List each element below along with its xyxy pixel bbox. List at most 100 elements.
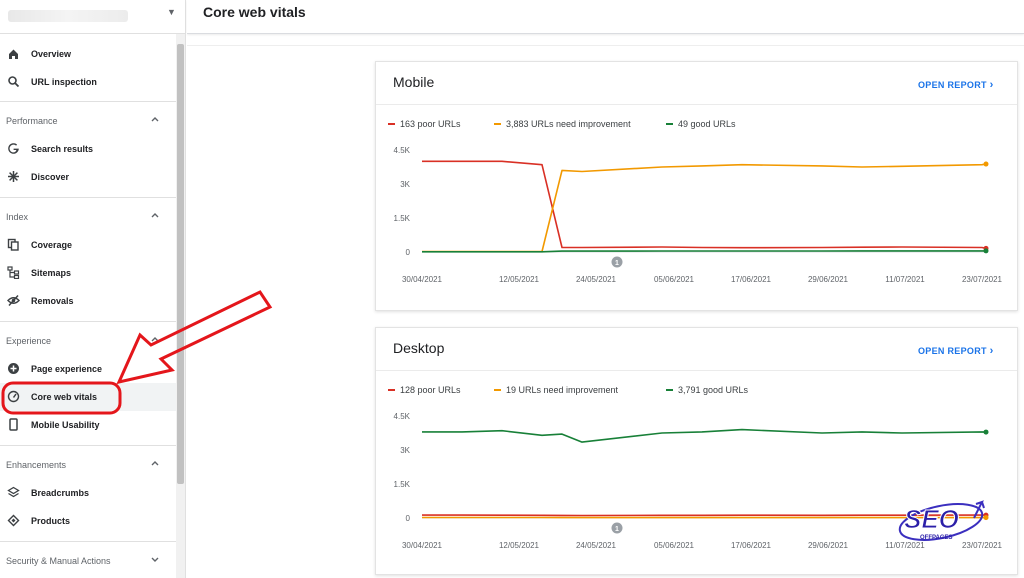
sidebar-item-breadcrumbs[interactable]: Breadcrumbs [0, 479, 176, 507]
sidebar-item-label: Mobile Usability [31, 420, 100, 430]
legend-label: 3,883 URLs need improvement [506, 119, 631, 129]
logo-subtext: OFFPAGES [920, 535, 953, 541]
legend-label: 128 poor URLs [400, 385, 461, 395]
x-tick-label: 05/06/2021 [654, 275, 695, 284]
series-line[interactable] [422, 428, 987, 443]
x-tick-label: 24/05/2021 [576, 541, 617, 550]
annotation-marker-label: 1 [615, 526, 619, 533]
sidebar-divider [0, 101, 176, 102]
y-tick-label: 4.5K [394, 146, 411, 155]
chevron-up-icon[interactable] [150, 458, 160, 468]
sidebar-item-coverage[interactable]: Coverage [0, 231, 176, 259]
seo-offpages-logo: SEO OFFPAGES [898, 500, 985, 541]
legend-item[interactable]: 128 poor URLs [388, 385, 461, 395]
series-end-point[interactable] [983, 248, 989, 254]
open-report-mobile-button[interactable]: OPEN REPORT › [918, 79, 994, 91]
y-tick-label: 4.5K [394, 412, 411, 421]
open-report-label: OPEN REPORT [918, 80, 987, 90]
series-end-point[interactable] [983, 161, 989, 167]
sidebar-item-label: Search results [31, 144, 94, 154]
x-tick-label: 29/06/2021 [808, 541, 849, 550]
chevron-up-icon[interactable] [150, 334, 160, 344]
sidebar-item-label: Sitemaps [31, 268, 72, 278]
section-title: Enhancements [6, 460, 67, 470]
x-tick-label: 23/07/2021 [962, 275, 1003, 284]
legend-item[interactable]: 19 URLs need improvement [494, 385, 619, 395]
chevron-right-icon: › [989, 79, 994, 91]
property-selector[interactable]: ▼ [0, 0, 186, 34]
y-tick-label: 0 [406, 248, 411, 257]
section-header-security-manual-actions[interactable]: Security & Manual Actions [0, 551, 176, 571]
open-report-desktop-button[interactable]: OPEN REPORT › [918, 345, 994, 357]
x-tick-label: 17/06/2021 [731, 541, 772, 550]
sidebar-divider [0, 541, 176, 542]
x-tick-label: 12/05/2021 [499, 541, 540, 550]
asterisk-icon [7, 170, 20, 183]
sidebar-item-label: Breadcrumbs [31, 488, 90, 498]
sidebar-item-url-inspection[interactable]: URL inspection [0, 68, 176, 96]
mobile-chart: 163 poor URLs 3,883 URLs need improvement… [388, 119, 1003, 284]
series-line[interactable] [422, 160, 987, 250]
diamond-icon [7, 514, 20, 527]
x-tick-label: 17/06/2021 [731, 275, 772, 284]
x-tick-label: 11/07/2021 [885, 275, 925, 284]
caret-down-icon[interactable]: ▼ [167, 7, 176, 17]
sidebar-scrollbar-thumb[interactable] [177, 44, 184, 484]
x-tick-label: 29/06/2021 [808, 275, 849, 284]
series-end-point[interactable] [983, 429, 989, 435]
series-line[interactable] [422, 163, 987, 253]
sidebar-item-label: Page experience [31, 364, 103, 374]
legend-item[interactable]: 163 poor URLs [388, 119, 461, 129]
home-icon [7, 47, 20, 60]
section-header-enhancements[interactable]: Enhancements [0, 455, 176, 475]
section-title: Index [6, 212, 29, 222]
sidebar-item-removals[interactable]: Removals [0, 287, 176, 315]
section-title: Experience [6, 336, 52, 346]
y-tick-label: 1.5K [394, 214, 411, 223]
x-tick-label: 30/04/2021 [402, 275, 443, 284]
open-report-label: OPEN REPORT [918, 346, 987, 356]
sidebar-item-overview[interactable]: Overview [0, 40, 176, 68]
chevron-up-icon[interactable] [150, 114, 160, 124]
card-title-desktop: Desktop [393, 340, 445, 356]
sidebar-item-page-experience[interactable]: Page experience [0, 355, 176, 383]
y-tick-label: 3K [400, 446, 410, 455]
legend-item[interactable]: 3,791 good URLs [666, 385, 749, 395]
sidebar-item-products[interactable]: Products [0, 507, 176, 535]
chart-annotation-marker[interactable]: 1 [611, 256, 623, 268]
legend-item[interactable]: 49 good URLs [666, 119, 736, 129]
sidebar-item-label: Core web vitals [31, 392, 98, 402]
sidebar-divider [0, 445, 176, 446]
sidebar-item-discover[interactable]: Discover [0, 163, 176, 191]
section-header-index[interactable]: Index [0, 207, 176, 227]
chevron-down-icon[interactable] [150, 554, 160, 564]
sidebar-item-search-results[interactable]: Search results [0, 135, 176, 163]
section-title: Performance [6, 116, 58, 126]
legend-label: 163 poor URLs [400, 119, 461, 129]
sidebar-item-label: Discover [31, 172, 70, 182]
mobile-report-card: Mobile OPEN REPORT › 163 poor URLs 3,883 … [375, 61, 1018, 311]
legend-label: 3,791 good URLs [678, 385, 749, 395]
legend-item[interactable]: 3,883 URLs need improvement [494, 119, 631, 129]
section-title: Security & Manual Actions [6, 556, 111, 566]
chevron-right-icon: › [989, 345, 994, 357]
x-tick-label: 12/05/2021 [499, 275, 540, 284]
sidebar-item-core-web-vitals[interactable]: Core web vitals [0, 383, 176, 411]
chart-annotation-marker[interactable]: 1 [611, 522, 623, 534]
chevron-up-icon[interactable] [150, 210, 160, 220]
page-title: Core web vitals [203, 4, 306, 20]
legend-label: 19 URLs need improvement [506, 385, 619, 395]
layers-icon [7, 486, 20, 499]
series-line[interactable] [422, 250, 986, 253]
property-name-blurred [8, 10, 128, 22]
y-tick-label: 0 [406, 514, 411, 523]
section-header-experience[interactable]: Experience [0, 331, 176, 351]
section-header-performance[interactable]: Performance [0, 111, 176, 131]
copy-pages-icon [7, 238, 20, 251]
card-title-mobile: Mobile [393, 74, 435, 90]
sidebar-item-mobile-usability[interactable]: Mobile Usability [0, 411, 176, 439]
sidebar-item-sitemaps[interactable]: Sitemaps [0, 259, 176, 287]
plus-circle-icon [7, 362, 20, 375]
gauge-icon [7, 390, 20, 403]
sidebar: ▼ Overview URL inspection Performance Searc… [0, 0, 186, 578]
